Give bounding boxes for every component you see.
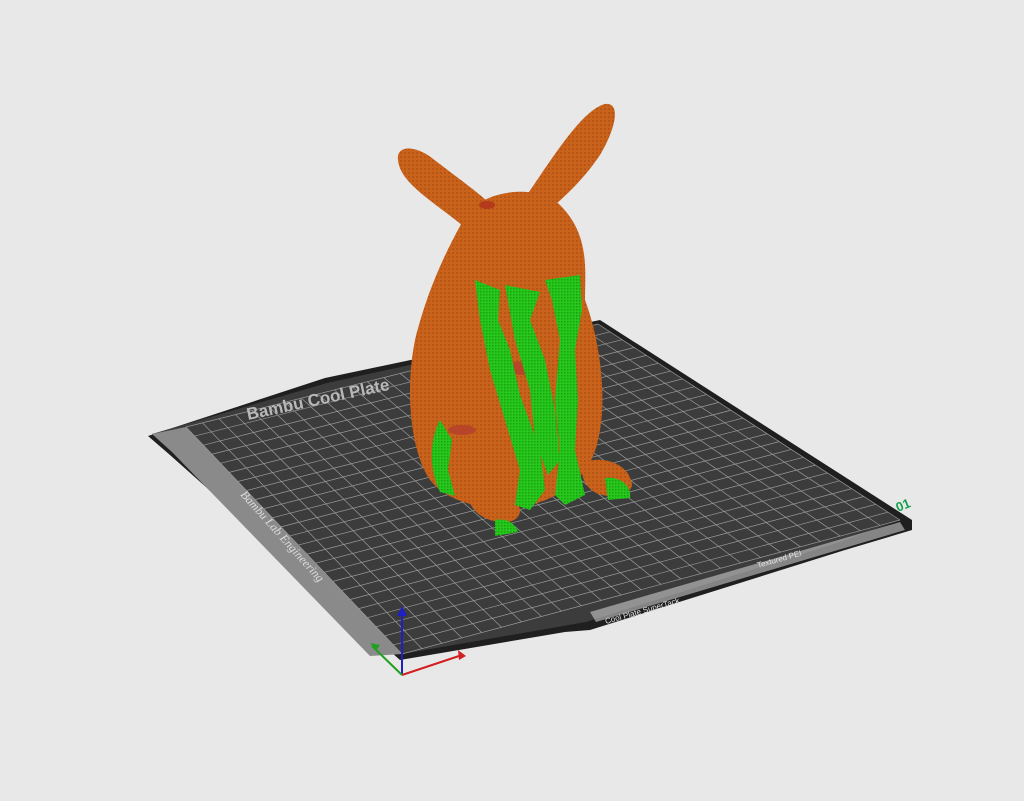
model-spot (448, 425, 476, 435)
3d-viewport[interactable]: Bambu Cool Plate Bambu Lab Engineering C… (0, 0, 1024, 801)
model-spot (479, 201, 495, 209)
